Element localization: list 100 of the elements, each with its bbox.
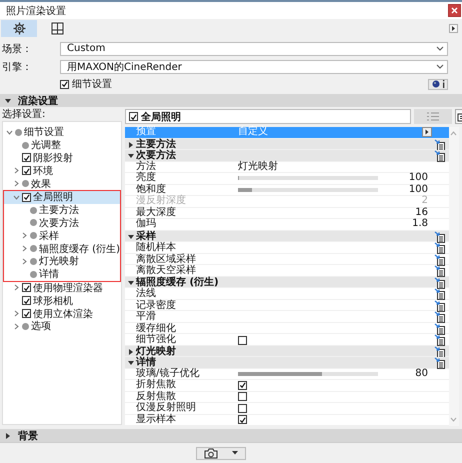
checkbox[interactable] — [22, 153, 31, 162]
property-row[interactable]: 饱和度 100 — [124, 184, 449, 196]
dot-icon — [22, 322, 29, 330]
property-row[interactable]: 亮度 100 — [124, 173, 449, 184]
checkbox[interactable] — [22, 296, 31, 306]
property-group[interactable]: 辐照度缓存 (衍生) — [124, 276, 449, 288]
property-label: 离散区域采样 — [136, 254, 197, 264]
tree-item-label: 主要方法 — [39, 204, 79, 218]
tree-item[interactable]: 辐照度缓存 (衍生) — [4, 242, 120, 255]
tree-item[interactable]: 使用立体渲染 — [3, 307, 121, 320]
checkbox[interactable] — [128, 112, 138, 121]
property-row[interactable]: 最大深度 16 — [124, 208, 449, 219]
property-label: 仅漫反射照明 — [136, 403, 197, 414]
scrollbar[interactable] — [448, 127, 459, 426]
group-title: 主要方法 — [136, 140, 177, 150]
checkbox[interactable] — [22, 192, 31, 202]
camera-button[interactable] — [196, 446, 246, 460]
property-group[interactable]: 采样 — [124, 230, 449, 242]
scene-dropdown[interactable]: Custom — [60, 42, 448, 56]
tree-item[interactable]: 详情 — [4, 268, 120, 281]
section-header[interactable]: 背景 — [0, 429, 462, 442]
checkbox[interactable] — [60, 80, 69, 88]
property-label: 亮度 — [136, 173, 157, 184]
checkbox[interactable] — [22, 166, 31, 176]
property-row[interactable]: 缓存细化 — [124, 322, 449, 334]
tree-item-label: 阴影投射 — [33, 152, 73, 165]
checkbox[interactable] — [238, 415, 247, 424]
property-row[interactable]: 平滑 — [124, 311, 449, 322]
dot-icon — [22, 180, 29, 188]
triangle-right-icon — [4, 432, 12, 440]
property-number: 16 — [414, 208, 429, 218]
property-label: 离散天空采样 — [136, 266, 197, 276]
toolbar-tab[interactable] — [1, 20, 37, 37]
property-group[interactable]: 次要方法 — [124, 150, 449, 162]
section-header[interactable]: 渲染设置 — [0, 94, 462, 107]
tree-item[interactable]: 选项 — [3, 320, 121, 333]
tree-item[interactable]: 全局照明 — [4, 190, 120, 204]
tree-item[interactable]: 次要方法 — [4, 216, 120, 230]
menu-arrow-button[interactable] — [422, 127, 432, 138]
property-group[interactable]: 主要方法 — [124, 138, 449, 150]
property-row[interactable]: 离散区域采样 — [124, 254, 449, 265]
tree-item[interactable]: 细节设置 — [3, 126, 121, 139]
property-row[interactable]: 玻璃/镜子优化 80 — [124, 368, 449, 380]
section-title: 渲染设置 — [18, 94, 58, 108]
tree-item[interactable]: 效果 — [3, 177, 121, 190]
gear-icon — [12, 22, 26, 35]
checkbox[interactable] — [238, 392, 247, 402]
property-number: 1.8 — [411, 219, 429, 230]
tree-item[interactable]: 灯光映射 — [4, 254, 120, 268]
slider-track[interactable] — [238, 188, 378, 192]
dot-icon — [22, 142, 29, 149]
checkbox[interactable] — [238, 380, 247, 390]
checkbox[interactable] — [22, 309, 31, 318]
property-label: 最大深度 — [136, 208, 177, 218]
link-document-icon — [434, 311, 446, 323]
property-row[interactable]: 方法 灯光映射 — [124, 162, 449, 173]
property-row[interactable]: 随机样本 — [124, 242, 449, 254]
info-icon — [442, 80, 444, 88]
info-button[interactable] — [428, 78, 448, 90]
chevron-down-icon — [436, 64, 444, 69]
tree-item[interactable]: 阴影投射 — [3, 152, 121, 164]
property-row[interactable]: 折射焦散 — [124, 380, 449, 392]
property-label: 显示样本 — [136, 414, 177, 425]
expand-button[interactable] — [449, 24, 458, 33]
tree-item[interactable]: 环境 — [3, 164, 121, 178]
tree-item-label: 效果 — [31, 178, 51, 191]
property-row[interactable]: 法线 — [124, 288, 449, 300]
property-group[interactable]: 详情 — [124, 357, 449, 368]
tree-item[interactable]: 主要方法 — [4, 204, 120, 217]
tree-item[interactable]: 球形相机 — [3, 294, 121, 308]
property-label: 漫反射深度 — [136, 196, 187, 206]
property-label: 平滑 — [136, 312, 157, 322]
panel-title: 全局照明 — [140, 110, 181, 124]
tree-item[interactable]: 光调整 — [3, 138, 121, 152]
tree-item-label: 次要方法 — [39, 216, 79, 230]
property-label: 折射焦散 — [136, 380, 177, 390]
property-row[interactable]: 反射焦散 — [124, 392, 449, 403]
property-row[interactable]: 仅漫反射照明 — [124, 403, 449, 414]
link-document-icon — [434, 230, 446, 242]
scene-label: 场景： — [2, 42, 33, 56]
link-document-icon — [434, 322, 446, 334]
property-row[interactable]: 显示样本 — [124, 414, 449, 426]
close-button[interactable] — [448, 4, 461, 17]
link-document-icon — [434, 288, 446, 300]
tree-item-label: 光调整 — [31, 138, 61, 152]
engine-dropdown[interactable]: 用MAXON的CineRender — [60, 60, 448, 74]
sphere-icon — [432, 80, 440, 88]
engine-label: 引擎： — [2, 60, 33, 74]
property-label: 玻璃/镜子优化 — [136, 368, 200, 379]
slider-track[interactable] — [238, 176, 378, 180]
group-title: 灯光映射 — [136, 346, 177, 356]
triangle-icon — [451, 25, 456, 32]
checkbox[interactable] — [238, 336, 247, 344]
tree-item[interactable]: 使用物理渲染器 — [3, 282, 121, 294]
property-row[interactable]: 记录密度 — [124, 300, 449, 311]
checkbox[interactable] — [238, 404, 247, 413]
property-group[interactable]: 灯光映射 — [124, 346, 449, 357]
checkbox[interactable] — [22, 283, 31, 292]
tree-item[interactable]: 采样 — [4, 229, 120, 242]
slider-track[interactable] — [238, 372, 378, 376]
